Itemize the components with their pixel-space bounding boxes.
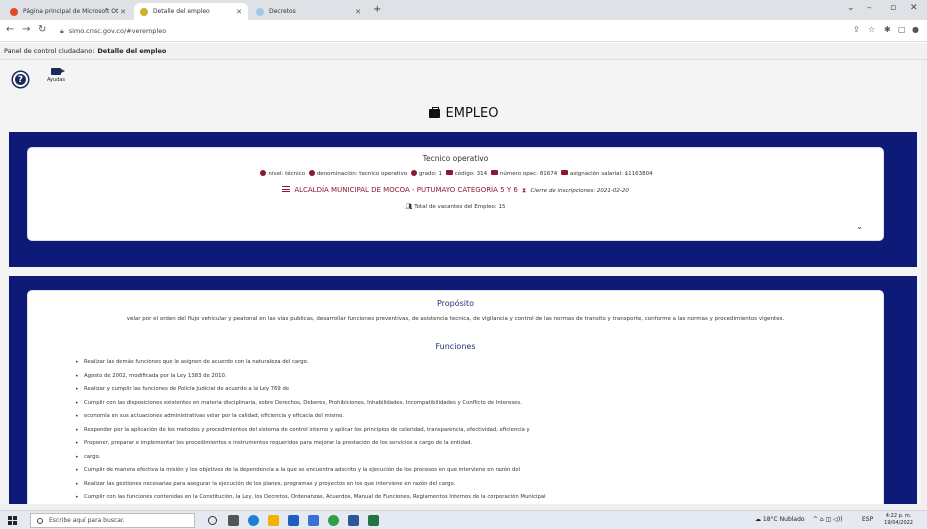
list-item: Agosto de 2002, modificada por la Ley 13… [75,370,546,384]
job-meta: nivel: técnico denominación: tecnico ope… [28,170,883,177]
list-item: Proponer, preparar e implementar los pro… [75,437,546,451]
ayudas-label: Ayudas [46,77,66,83]
chevron-down-icon[interactable]: ⌄ [847,3,855,13]
list-item: economía en sus actuaciones administrati… [75,410,546,424]
address-bar: ← → ↻ 🔒︎ simo.cnsc.gov.co/#verempleo ⇪ ☆… [0,20,927,42]
code-icon [445,170,453,175]
funciones-heading: Funciones [435,342,476,351]
job-detail-card: Propósito velar por el orden del flujo v… [27,290,884,510]
funciones-list: Realizar las demás funciones que le asig… [75,356,546,505]
app-header: Panel de control ciudadano: Detalle del … [0,43,927,60]
app-header-prefix: Panel de control ciudadano: [4,47,95,55]
site-favicon-icon [140,7,148,16]
vacancies: 👥︎ Total de vacantes del Empleo: 15 [405,204,506,210]
help-icon[interactable]: ? [13,72,28,87]
list-icon [282,186,291,192]
ayudas-button[interactable]: Ayudas [43,68,69,83]
office-icon [10,7,18,16]
app-header-title: Detalle del empleo [97,47,167,55]
language-indicator[interactable]: ESP [862,516,873,523]
closing-date: Cierre de inscripciones: 2021-02-20 [530,188,629,194]
sidepanel-icon[interactable]: ▢ [898,25,906,34]
page-title: EMPLEO [0,106,927,121]
close-icon[interactable]: ✕ [120,8,126,16]
grade-icon [410,170,417,176]
word-icon[interactable] [348,515,359,526]
lock-icon: 🔒︎ [60,26,64,35]
share-icon[interactable]: ⇪ [853,25,860,34]
job-title: Tecnico operativo [422,154,489,163]
tab-title: Página principal de Microsoft Ot [23,8,119,15]
list-item: Cumplir con las funciones contenidas en … [75,491,546,505]
list-item: Cumplir con las disposiciones existentes… [75,397,546,411]
tab-title: Detalle del empleo [153,8,210,15]
photos-icon[interactable] [308,515,319,526]
taskbar-clock[interactable]: 4:22 p. m. 19/04/2022 [884,513,913,527]
briefcase-icon [428,107,440,118]
search-icon [37,517,43,524]
maximize-button[interactable]: ▫ [890,3,896,13]
cortana-icon[interactable] [208,516,217,525]
list-item: Responder por la aplicación de los metod… [75,424,546,438]
windows-start-icon[interactable] [8,516,17,525]
entity-line: ALCALDÍA MUNICIPAL DE MOCOA - PUTUMAYO C… [28,186,883,195]
profile-icon[interactable]: ● [912,25,919,34]
video-camera-icon [51,68,65,75]
tab-detalle-empleo[interactable]: Detalle del empleo ✕ [134,3,248,20]
edge-icon[interactable] [248,515,259,526]
url-text: simo.cnsc.gov.co/#verempleo [68,27,167,35]
forward-icon[interactable]: → [22,24,30,35]
store-icon[interactable] [288,515,299,526]
main-content: ? Ayudas EMPLEO Tecnico operativo nivel:… [0,60,927,510]
close-icon[interactable]: ✕ [355,8,361,16]
close-window-button[interactable]: ✕ [910,3,918,13]
user-icon [308,170,315,176]
chevron-down-icon[interactable]: ⌄ [856,222,863,231]
tab-decretos[interactable]: Decretos ✕ [250,3,367,20]
reload-icon[interactable]: ↻ [38,24,46,35]
proposito-text: velar por el orden del flujo vehicular y… [126,316,785,322]
excel-icon[interactable] [368,515,379,526]
taskbar-search-input[interactable]: Escribe aquí para buscar. [30,513,195,528]
money-icon [561,170,568,175]
tab-microsoft[interactable]: Página principal de Microsoft Ot ✕ [4,3,132,20]
close-icon[interactable]: ✕ [236,8,242,16]
back-icon[interactable]: ← [6,24,14,35]
task-view-icon[interactable] [228,515,239,526]
minimize-button[interactable]: – [867,3,872,13]
tab-title: Decretos [269,8,296,15]
list-item: Cumplir de manera efectiva la misión y l… [75,464,546,478]
job-summary-card: Tecnico operativo nivel: técnico denomin… [27,147,884,241]
proposito-heading: Propósito [436,299,475,308]
chrome-icon[interactable] [328,515,339,526]
list-item: Realizar las gestiones necesarias para a… [75,478,546,492]
list-item: cargo. [75,451,546,465]
list-item: Realizar las demás funciones que le asig… [75,356,546,370]
url-field[interactable]: 🔒︎ simo.cnsc.gov.co/#verempleo [60,23,850,39]
browser-tab-bar: Página principal de Microsoft Ot ✕ Detal… [0,0,927,20]
tray-icons[interactable]: ^ ⌂ ◫ ◁)) [813,516,843,523]
hourglass-icon: ⧗ [522,187,527,194]
new-tab-button[interactable]: + [373,4,381,15]
entity-name: ALCALDÍA MUNICIPAL DE MOCOA - PUTUMAYO C… [294,186,518,194]
extensions-icon[interactable]: ✱ [884,25,891,34]
opec-icon [490,170,498,175]
windows-taskbar: Escribe aquí para buscar. ☁︎ 18°C Nublad… [0,510,927,529]
people-icon: 👥︎ [405,204,413,210]
vertical-scrollbar[interactable] [921,60,927,510]
list-item: Realizar y cumplir las funciones de Poli… [75,383,546,397]
site-favicon-icon [256,7,264,16]
star-icon[interactable]: ☆ [868,25,875,34]
weather-widget[interactable]: ☁︎ 18°C Nublado [755,516,805,523]
file-explorer-icon[interactable] [268,515,279,526]
level-icon [260,170,267,176]
